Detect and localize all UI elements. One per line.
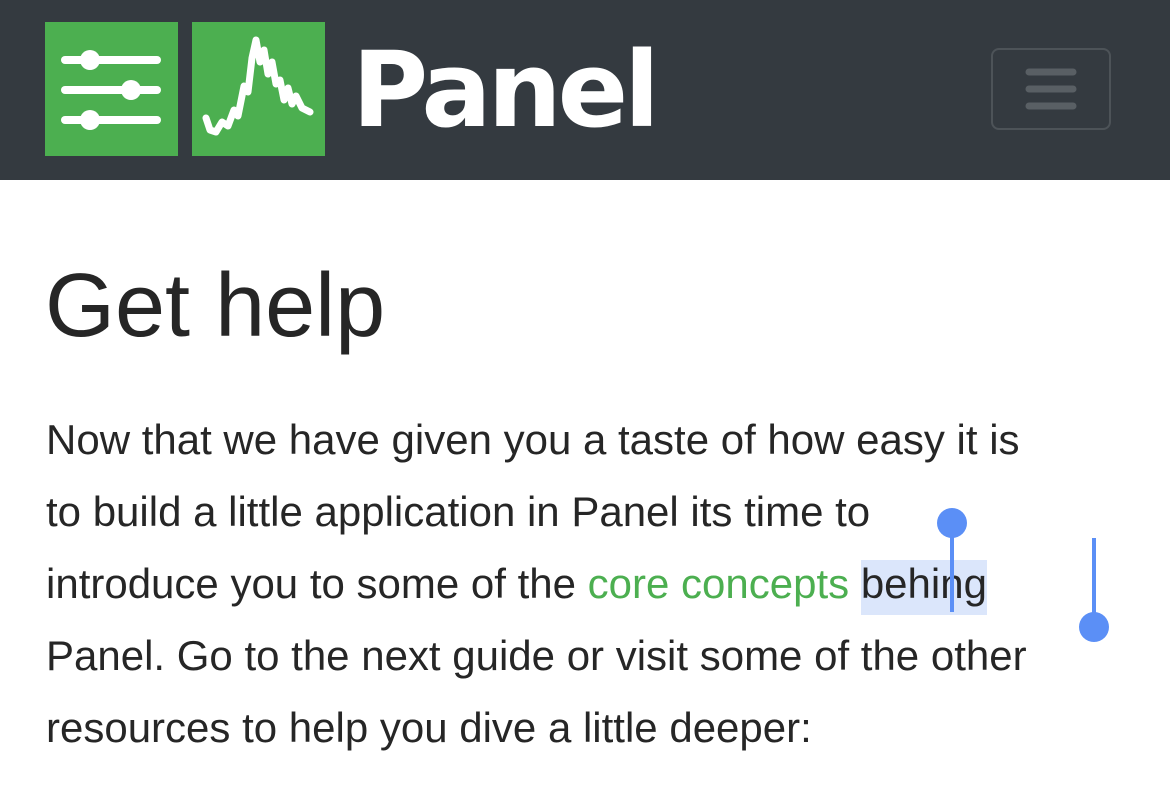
selection-start-caret	[950, 536, 954, 612]
navbar: Panel	[0, 0, 1170, 180]
paragraph-line-2: to build a little application in Panel i…	[46, 488, 871, 535]
paragraph-line-4: Panel. Go to the next guide or visit som…	[46, 632, 1027, 679]
paragraph-line-1: Now that we have given you a taste of ho…	[46, 416, 1020, 463]
paragraph-space	[849, 560, 861, 607]
core-concepts-link[interactable]: core concepts	[588, 560, 849, 607]
hamburger-icon	[1025, 68, 1077, 110]
menu-toggle-button[interactable]	[991, 48, 1111, 130]
selected-text[interactable]: behing	[860, 560, 987, 607]
paragraph-text: introduce you to some of the	[46, 560, 588, 607]
paragraph-line-5: resources to help you dive a little deep…	[46, 704, 812, 751]
page-title: Get help	[45, 256, 386, 356]
selection-end-handle[interactable]	[1079, 612, 1109, 642]
line-chart-icon[interactable]	[192, 22, 325, 156]
selection-start-handle[interactable]	[937, 508, 967, 538]
paragraph-line-3: introduce you to some of the core concep…	[46, 548, 1156, 620]
brand-name[interactable]: Panel	[352, 30, 660, 150]
sliders-icon[interactable]	[45, 22, 178, 156]
intro-paragraph: Now that we have given you a taste of ho…	[46, 404, 1156, 764]
selection-end-caret	[1092, 538, 1096, 614]
